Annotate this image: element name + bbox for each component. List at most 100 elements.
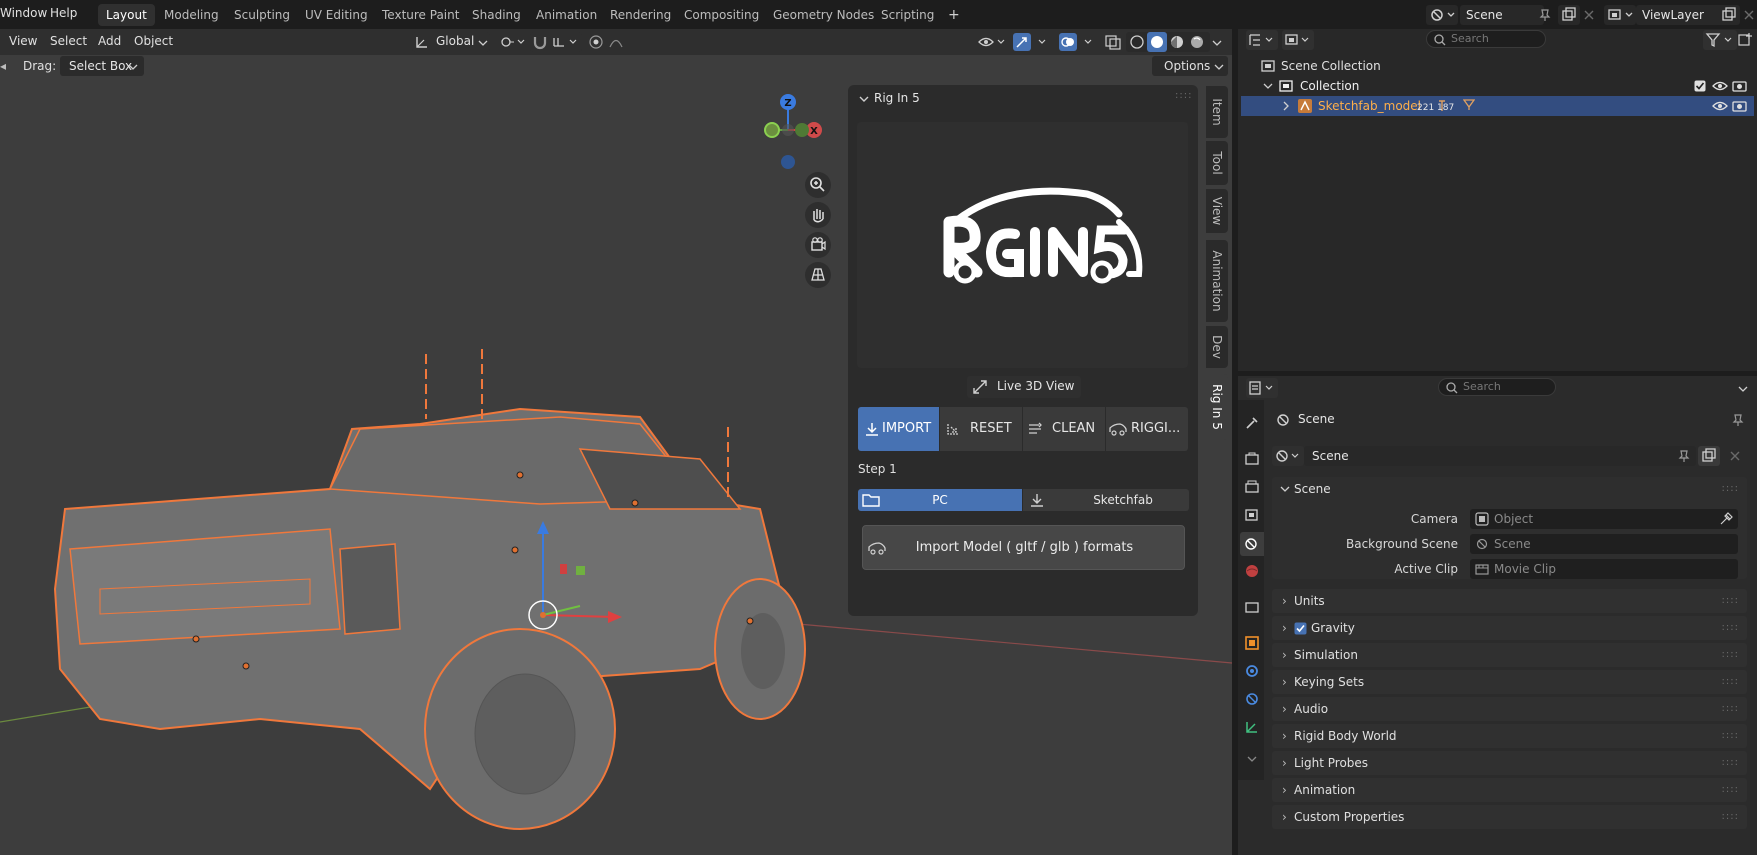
view-layer-browse-button[interactable] xyxy=(1604,5,1636,25)
xray-toggle[interactable] xyxy=(1103,32,1123,52)
import-model-button[interactable]: Import Model ( gltf / glb ) formats xyxy=(862,525,1185,570)
options-dropdown[interactable]: Options xyxy=(1152,56,1228,76)
rigging-tool-button[interactable]: RIGGI... xyxy=(1106,407,1188,451)
source-sketchfab-button[interactable]: Sketchfab xyxy=(1023,489,1189,511)
workspace-tab-compositing[interactable]: Compositing xyxy=(676,4,767,26)
panel-grip[interactable]: :::: xyxy=(1722,670,1739,694)
world-tab-icon[interactable] xyxy=(1244,563,1260,579)
panel-grip[interactable]: :::: xyxy=(1722,778,1739,802)
section-gravity[interactable]: › Gravity :::: xyxy=(1272,616,1747,640)
side-tab-view[interactable]: View xyxy=(1206,189,1228,233)
gravity-checkbox[interactable] xyxy=(1294,622,1307,635)
panel-drag-grip[interactable]: :::: xyxy=(1175,90,1192,101)
side-tab-rig-in-5[interactable]: Rig In 5 xyxy=(1206,374,1228,440)
close-icon[interactable] xyxy=(1728,449,1742,463)
overlays-toggle[interactable] xyxy=(1058,32,1098,52)
workspace-tab-geometry-nodes[interactable]: Geometry Nodes xyxy=(765,4,882,26)
viewport-menu-view[interactable]: View xyxy=(9,34,37,48)
scene-datablock-browse[interactable] xyxy=(1272,446,1304,466)
section-simulation[interactable]: › Simulation:::: xyxy=(1272,643,1747,667)
section-rigid-body-world[interactable]: › Rigid Body World:::: xyxy=(1272,724,1747,748)
view-layer-name-field[interactable]: ViewLayer xyxy=(1636,5,1724,25)
filter-dropdown[interactable] xyxy=(1703,30,1737,50)
camera-view-button[interactable] xyxy=(805,232,831,258)
properties-editor-type-dropdown[interactable] xyxy=(1246,378,1278,398)
snap-toggle[interactable] xyxy=(530,32,582,52)
view-layer-tab-icon[interactable] xyxy=(1244,507,1260,523)
workspace-tab-texture-paint[interactable]: Texture Paint xyxy=(374,4,467,26)
pan-button[interactable] xyxy=(805,202,831,228)
output-tab-icon[interactable] xyxy=(1244,479,1260,495)
navigation-gizmo[interactable]: Z X xyxy=(748,87,828,177)
workspace-tab-rendering[interactable]: Rendering xyxy=(602,4,679,26)
tree-row-sketchfab-model[interactable]: Sketchfab_model 221 187 xyxy=(1241,96,1754,116)
scene-panel-title[interactable]: Scene xyxy=(1294,477,1331,501)
collapse-arrow-icon[interactable]: ◂ xyxy=(0,59,6,73)
section-custom-properties[interactable]: › Custom Properties:::: xyxy=(1272,805,1747,829)
tree-row-collection[interactable]: Collection xyxy=(1238,76,1757,96)
panel-grip[interactable]: :::: xyxy=(1722,697,1739,721)
workspace-tab-animation[interactable]: Animation xyxy=(528,4,605,26)
viewport-menu-add[interactable]: Add xyxy=(98,34,121,48)
menu-help[interactable]: Help xyxy=(50,6,77,20)
properties-search-input[interactable]: Search xyxy=(1438,378,1556,396)
workspace-tab-modeling[interactable]: Modeling xyxy=(156,4,227,26)
chevron-down-icon[interactable] xyxy=(858,93,870,105)
proportional-editing-toggle[interactable] xyxy=(586,32,638,52)
camera-render-icon[interactable] xyxy=(1732,79,1748,93)
object-tab-icon[interactable] xyxy=(1244,635,1260,651)
chevron-down-icon[interactable] xyxy=(1280,484,1290,494)
panel-grip[interactable]: :::: xyxy=(1722,751,1739,775)
pin-icon[interactable] xyxy=(1538,8,1552,22)
viewport-menu-select[interactable]: Select xyxy=(50,34,87,48)
panel-grip[interactable]: :::: xyxy=(1722,616,1739,640)
panel-title[interactable]: Rig In 5 xyxy=(874,91,920,105)
side-tab-dev[interactable]: Dev xyxy=(1206,326,1228,368)
panel-grip[interactable]: :::: xyxy=(1722,724,1739,748)
clean-tool-button[interactable]: CLEAN xyxy=(1023,407,1105,451)
scene-browse-button[interactable] xyxy=(1426,5,1458,25)
scene-name-field[interactable]: Scene xyxy=(1460,5,1544,25)
pivot-point-dropdown[interactable] xyxy=(496,32,528,52)
tool-tab-icon[interactable] xyxy=(1244,415,1260,431)
section-keying-sets[interactable]: › Keying Sets:::: xyxy=(1272,670,1747,694)
gizmo-toggle[interactable] xyxy=(1012,32,1052,52)
expand-tabs-icon[interactable] xyxy=(1244,751,1260,767)
add-workspace-button[interactable]: + xyxy=(940,4,968,26)
outliner-search-input[interactable]: Search xyxy=(1426,30,1546,48)
physics-tab-icon[interactable] xyxy=(1244,691,1260,707)
eye-icon[interactable] xyxy=(1712,100,1728,112)
menu-window[interactable]: Window xyxy=(0,6,47,20)
chevron-right-icon[interactable] xyxy=(1281,101,1291,111)
constraints-tab-icon[interactable] xyxy=(1244,719,1260,735)
workspace-tab-uv-editing[interactable]: UV Editing xyxy=(297,4,376,26)
visibility-dropdown[interactable] xyxy=(976,32,1008,52)
perspective-toggle-button[interactable] xyxy=(805,262,831,288)
delete-view-layer-icon[interactable] xyxy=(1742,8,1756,22)
new-view-layer-button[interactable] xyxy=(1718,5,1740,25)
background-scene-field[interactable]: Scene xyxy=(1470,534,1738,554)
transform-orientation-dropdown[interactable]: Global xyxy=(412,32,490,52)
side-tab-tool[interactable]: Tool xyxy=(1206,141,1228,185)
display-mode-dropdown[interactable] xyxy=(1282,30,1314,50)
modifier-tab-icon[interactable] xyxy=(1244,663,1260,679)
duplicate-scene-button[interactable] xyxy=(1698,446,1720,466)
render-tab-icon[interactable] xyxy=(1244,451,1260,467)
chevron-down-icon[interactable] xyxy=(1263,81,1273,91)
section-animation[interactable]: › Animation:::: xyxy=(1272,778,1747,802)
section-audio[interactable]: › Audio:::: xyxy=(1272,697,1747,721)
panel-grip[interactable]: :::: xyxy=(1722,477,1739,501)
camera-render-icon[interactable] xyxy=(1732,99,1748,113)
camera-field[interactable]: Object xyxy=(1470,509,1738,529)
workspace-tab-sculpting[interactable]: Sculpting xyxy=(226,4,298,26)
workspace-tab-layout[interactable]: Layout xyxy=(98,4,155,26)
scene-datablock-field[interactable]: Scene xyxy=(1304,446,1696,466)
side-tab-item[interactable]: Item xyxy=(1206,86,1228,138)
reset-tool-button[interactable]: RESET xyxy=(940,407,1022,451)
side-tab-animation[interactable]: Animation xyxy=(1206,240,1228,322)
new-collection-icon[interactable] xyxy=(1737,32,1753,48)
pin-icon[interactable] xyxy=(1731,413,1745,427)
editor-type-dropdown[interactable] xyxy=(1246,30,1278,50)
workspace-tab-shading[interactable]: Shading xyxy=(464,4,529,26)
chevron-down-icon[interactable] xyxy=(1738,384,1748,394)
